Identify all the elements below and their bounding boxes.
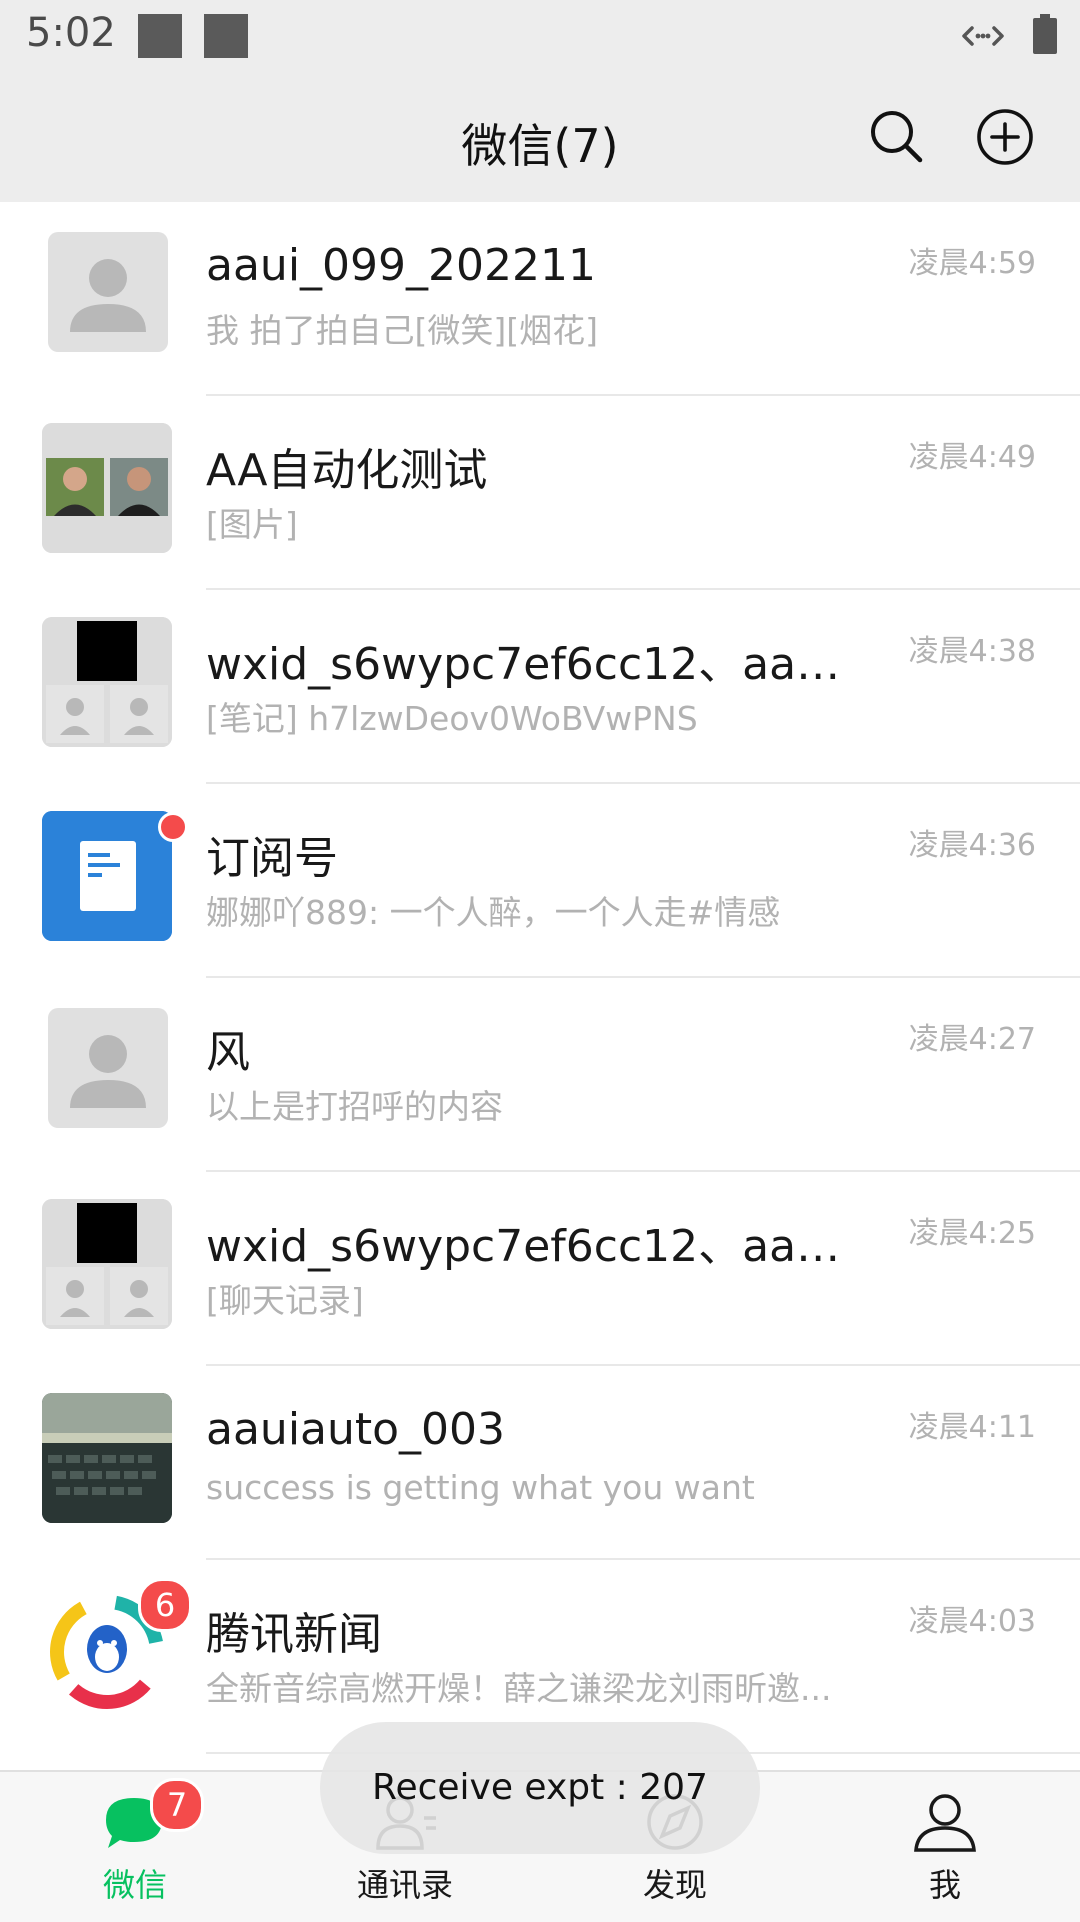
default-avatar-icon — [48, 1008, 168, 1128]
tab-label: 微信 — [102, 1866, 167, 1904]
chat-item[interactable]: AA自动化测试 [图片] 凌晨4:49 — [0, 396, 1080, 590]
person-icon — [914, 1794, 976, 1852]
chat-last-message: 以上是打招呼的内容 — [206, 1087, 503, 1126]
chat-name: aauiauto_003 — [206, 1404, 506, 1455]
tab-me[interactable]: 我 — [810, 1772, 1080, 1922]
photo-avatar — [42, 1393, 172, 1523]
notification-icon — [138, 14, 182, 58]
chat-time: 凌晨4:25 — [908, 1216, 1036, 1251]
chat-time: 凌晨4:11 — [908, 1410, 1036, 1445]
tab-chats[interactable]: 7 微信 — [0, 1772, 270, 1922]
chat-time: 凌晨4:59 — [908, 246, 1036, 281]
notification-icon — [204, 14, 248, 58]
unread-dot — [158, 812, 188, 842]
default-avatar-icon — [48, 232, 168, 352]
chat-last-message: 娜娜吖889: 一个人醉，一个人走#情感 — [206, 893, 781, 932]
chat-time: 凌晨4:49 — [908, 440, 1036, 475]
chat-last-message: [聊天记录] — [206, 1281, 364, 1320]
chat-item[interactable]: wxid_s6wypc7ef6cc12、aaui_... [笔记] h7lzwD… — [0, 590, 1080, 784]
chat-name: aaui_099_202211 — [206, 240, 596, 291]
group-avatar — [42, 423, 172, 553]
chat-name: wxid_s6wypc7ef6cc12、aaui_... — [206, 1221, 856, 1272]
tab-label: 发现 — [642, 1866, 707, 1904]
chat-item[interactable]: 风 以上是打招呼的内容 凌晨4:27 — [0, 978, 1080, 1172]
chat-last-message: [笔记] h7lzwDeov0WoBVwPNS — [206, 699, 698, 738]
search-icon[interactable] — [868, 108, 924, 164]
tab-label: 通讯录 — [356, 1866, 453, 1904]
toast-message: Receive expt : 207 — [320, 1722, 760, 1854]
chat-name: 腾讯新闻 — [206, 1609, 382, 1660]
chat-item[interactable]: aauiauto_003 success is getting what you… — [0, 1366, 1080, 1560]
chat-time: 凌晨4:03 — [908, 1604, 1036, 1639]
chat-name: AA自动化测试 — [206, 445, 488, 496]
chat-last-message: [图片] — [206, 505, 298, 544]
chat-last-message: 我 拍了拍自己[微笑][烟花] — [206, 311, 598, 350]
group-avatar — [42, 1199, 172, 1329]
chat-time: 凌晨4:27 — [908, 1022, 1036, 1057]
add-circle-icon[interactable] — [976, 108, 1034, 166]
chat-item[interactable]: 订阅号 娜娜吖889: 一个人醉，一个人走#情感 凌晨4:36 — [0, 784, 1080, 978]
unread-badge: 6 — [138, 1578, 192, 1632]
chat-last-message: 全新音综高燃开燥！薛之谦梁龙刘雨昕邀... — [206, 1669, 832, 1708]
battery-icon — [1033, 14, 1057, 54]
chat-item[interactable]: aaui_099_202211 我 拍了拍自己[微笑][烟花] 凌晨4:59 — [0, 202, 1080, 396]
chat-last-message: success is getting what you want — [206, 1468, 755, 1507]
chat-name: 风 — [206, 1027, 250, 1078]
tab-label: 我 — [928, 1866, 961, 1904]
data-transfer-icon — [962, 26, 1004, 46]
title-bar: 微信(7) — [0, 76, 1080, 202]
chat-item[interactable]: wxid_s6wypc7ef6cc12、aaui_... [聊天记录] 凌晨4:… — [0, 1172, 1080, 1366]
status-bar: 5:02 — [0, 0, 1080, 76]
chat-time: 凌晨4:36 — [908, 828, 1036, 863]
group-avatar — [42, 617, 172, 747]
chat-name: 订阅号 — [206, 833, 338, 884]
chat-list: aaui_099_202211 我 拍了拍自己[微笑][烟花] 凌晨4:59 A… — [0, 202, 1080, 1770]
tab-badge: 7 — [150, 1778, 204, 1832]
subscription-avatar — [42, 811, 172, 941]
status-time: 5:02 — [26, 10, 116, 56]
chat-name: wxid_s6wypc7ef6cc12、aaui_... — [206, 639, 856, 690]
chat-time: 凌晨4:38 — [908, 634, 1036, 669]
